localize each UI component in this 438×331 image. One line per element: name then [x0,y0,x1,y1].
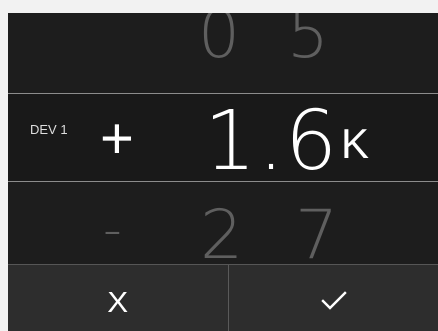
dialog-action-bar: X [8,264,438,331]
selected-value-row[interactable]: DEV 1 + 1 . 6 K [8,94,438,181]
checkmark-icon [319,283,349,313]
previous-values-row[interactable]: 0 5 [8,13,438,93]
previous-integer-digit[interactable]: 0 [198,13,240,68]
confirm-button[interactable] [229,265,438,331]
selected-sign[interactable]: + [100,110,134,168]
next-fraction-digit[interactable]: 7 [295,202,338,265]
cancel-icon: X [107,286,129,319]
device-label: DEV 1 [30,122,68,137]
next-values-row[interactable]: - 2 7 [8,182,438,264]
temperature-offset-dialog: DOMINATE 0 5 DEV 1 + 1 . 6 K - 2 7 [8,13,438,331]
selected-integer-digit[interactable]: 1 [204,101,256,182]
selected-fraction-digit[interactable]: 6 [285,101,337,182]
numeric-picker[interactable]: 0 5 DEV 1 + 1 . 6 K - 2 7 [8,13,438,264]
cancel-button[interactable]: X [8,265,228,331]
next-sign[interactable]: - [103,204,122,256]
next-integer-digit[interactable]: 2 [200,202,243,265]
screenshot-page: DOMINATE 0 5 DEV 1 + 1 . 6 K - 2 7 [0,0,438,331]
decimal-separator: . [258,94,285,182]
previous-fraction-digit[interactable]: 5 [287,13,329,68]
temperature-unit: K [341,120,370,167]
